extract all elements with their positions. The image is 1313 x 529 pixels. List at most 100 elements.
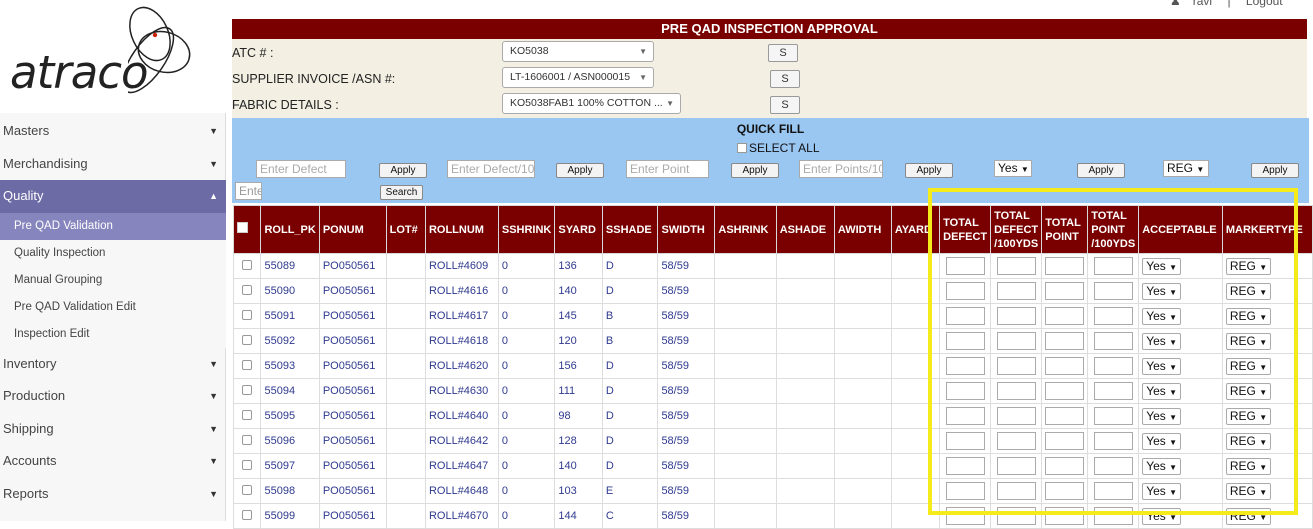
acceptable-select[interactable]: Yes ▼ bbox=[1142, 282, 1182, 300]
sidebar-subitem[interactable]: Inspection Edit bbox=[0, 320, 226, 348]
acceptable-select[interactable]: Yes ▼ bbox=[1142, 432, 1182, 450]
total-defect-100yds-input[interactable] bbox=[996, 407, 1036, 425]
total-point-input[interactable] bbox=[1045, 457, 1085, 475]
row-select-cell[interactable] bbox=[232, 453, 262, 479]
sidebar-subitem[interactable]: Manual Grouping bbox=[0, 266, 226, 294]
apply-point-button[interactable]: Apply bbox=[731, 163, 779, 178]
total-defect-input[interactable] bbox=[945, 457, 985, 475]
nav-masters[interactable]: Masters ▼ bbox=[0, 115, 226, 148]
nav-inventory[interactable]: Inventory ▼ bbox=[0, 348, 226, 381]
markertype-select[interactable]: REG ▼ bbox=[1225, 382, 1272, 400]
total-defect-100yds-input[interactable] bbox=[996, 482, 1036, 500]
row-select-cell[interactable] bbox=[232, 278, 262, 304]
row-select-cell[interactable] bbox=[232, 428, 262, 454]
total-defect-100yds-input[interactable] bbox=[996, 332, 1036, 350]
acceptable-quickfill-select[interactable]: Yes ▼ bbox=[994, 160, 1032, 177]
row-select-cell[interactable] bbox=[232, 403, 262, 429]
apply-defect-button[interactable]: Apply bbox=[379, 163, 427, 178]
atc-select[interactable]: KO5038 ▼ bbox=[502, 41, 654, 62]
total-point-100yds-input[interactable] bbox=[1093, 407, 1133, 425]
row-select-cell[interactable] bbox=[232, 503, 262, 529]
acceptable-select[interactable]: Yes ▼ bbox=[1142, 407, 1182, 425]
total-defect-100yds-input[interactable] bbox=[996, 257, 1036, 275]
total-point-input[interactable] bbox=[1045, 482, 1085, 500]
user-name[interactable]: ravi bbox=[1193, 0, 1212, 8]
total-point-100yds-input[interactable] bbox=[1093, 307, 1133, 325]
total-point-100yds-input[interactable] bbox=[1093, 432, 1133, 450]
row-checkbox[interactable] bbox=[242, 484, 253, 495]
total-point-input[interactable] bbox=[1045, 507, 1085, 525]
filter-input[interactable]: Ente bbox=[235, 182, 262, 200]
sidebar-subitem[interactable]: Pre QAD Validation bbox=[0, 212, 226, 240]
points100-input[interactable]: Enter Points/10 bbox=[799, 160, 883, 178]
row-select-cell[interactable] bbox=[232, 253, 262, 279]
total-defect-100yds-input[interactable] bbox=[996, 382, 1036, 400]
total-point-input[interactable] bbox=[1045, 432, 1085, 450]
total-defect-input[interactable] bbox=[945, 257, 985, 275]
select-all-checkbox[interactable] bbox=[737, 143, 747, 153]
row-select-cell[interactable] bbox=[232, 328, 262, 354]
total-point-100yds-input[interactable] bbox=[1093, 257, 1133, 275]
markertype-select[interactable]: REG ▼ bbox=[1225, 307, 1272, 325]
total-point-100yds-input[interactable] bbox=[1093, 382, 1133, 400]
total-point-100yds-input[interactable] bbox=[1093, 357, 1133, 375]
total-defect-100yds-input[interactable] bbox=[996, 457, 1036, 475]
markertype-select[interactable]: REG ▼ bbox=[1225, 457, 1272, 475]
total-point-input[interactable] bbox=[1045, 257, 1085, 275]
nav-quality[interactable]: Quality ▲ bbox=[0, 180, 226, 213]
markertype-select[interactable]: REG ▼ bbox=[1225, 407, 1272, 425]
acceptable-select[interactable]: Yes ▼ bbox=[1142, 332, 1182, 350]
row-checkbox[interactable] bbox=[242, 284, 253, 295]
markertype-select[interactable]: REG ▼ bbox=[1225, 257, 1272, 275]
sidebar-subitem[interactable]: Quality Inspection bbox=[0, 239, 226, 267]
acceptable-select[interactable]: Yes ▼ bbox=[1142, 357, 1182, 375]
total-defect-input[interactable] bbox=[945, 482, 985, 500]
markertype-select[interactable]: REG ▼ bbox=[1225, 282, 1272, 300]
header-checkbox[interactable] bbox=[237, 222, 248, 233]
row-checkbox[interactable] bbox=[242, 409, 253, 420]
defect-input[interactable]: Enter Defect bbox=[256, 160, 346, 178]
markertype-select[interactable]: REG ▼ bbox=[1225, 507, 1272, 525]
total-defect-input[interactable] bbox=[945, 357, 985, 375]
row-checkbox[interactable] bbox=[242, 509, 253, 520]
total-defect-input[interactable] bbox=[945, 432, 985, 450]
acceptable-select[interactable]: Yes ▼ bbox=[1142, 507, 1182, 525]
nav-merchandising[interactable]: Merchandising ▼ bbox=[0, 148, 226, 181]
acceptable-select[interactable]: Yes ▼ bbox=[1142, 457, 1182, 475]
fabric-select[interactable]: KO5038FAB1 100% COTTON ... ▼ bbox=[502, 93, 681, 114]
total-defect-input[interactable] bbox=[945, 507, 985, 525]
total-defect-100yds-input[interactable] bbox=[996, 507, 1036, 525]
total-point-100yds-input[interactable] bbox=[1093, 282, 1133, 300]
nav-shipping[interactable]: Shipping ▼ bbox=[0, 413, 226, 446]
nav-accounts[interactable]: Accounts ▼ bbox=[0, 445, 226, 478]
acceptable-select[interactable]: Yes ▼ bbox=[1142, 382, 1182, 400]
total-point-input[interactable] bbox=[1045, 282, 1085, 300]
total-defect-100yds-input[interactable] bbox=[996, 357, 1036, 375]
total-defect-input[interactable] bbox=[945, 382, 985, 400]
total-point-input[interactable] bbox=[1045, 307, 1085, 325]
acceptable-select[interactable]: Yes ▼ bbox=[1142, 482, 1182, 500]
total-point-100yds-input[interactable] bbox=[1093, 482, 1133, 500]
row-checkbox[interactable] bbox=[242, 359, 253, 370]
row-select-cell[interactable] bbox=[232, 353, 262, 379]
fabric-search-button[interactable]: S bbox=[770, 96, 800, 114]
row-checkbox[interactable] bbox=[242, 459, 253, 470]
row-checkbox[interactable] bbox=[242, 434, 253, 445]
nav-production[interactable]: Production ▼ bbox=[0, 380, 226, 413]
row-select-cell[interactable] bbox=[232, 303, 262, 329]
apply-points100-button[interactable]: Apply bbox=[905, 163, 953, 178]
total-defect-100yds-input[interactable] bbox=[996, 282, 1036, 300]
apply-acceptable-button[interactable]: Apply bbox=[1077, 163, 1125, 178]
point-input[interactable]: Enter Point bbox=[626, 160, 709, 178]
total-defect-input[interactable] bbox=[945, 282, 985, 300]
sidebar-subitem[interactable]: Pre QAD Validation Edit bbox=[0, 293, 226, 321]
markertype-select[interactable]: REG ▼ bbox=[1225, 357, 1272, 375]
total-point-input[interactable] bbox=[1045, 357, 1085, 375]
row-checkbox[interactable] bbox=[242, 334, 253, 345]
supplier-search-button[interactable]: S bbox=[770, 70, 800, 88]
logout-link[interactable]: Logout bbox=[1246, 0, 1283, 8]
atc-search-button[interactable]: S bbox=[768, 44, 798, 62]
total-point-input[interactable] bbox=[1045, 332, 1085, 350]
supplier-select[interactable]: LT-1606001 / ASN000015 ▼ bbox=[502, 67, 654, 88]
total-point-100yds-input[interactable] bbox=[1093, 457, 1133, 475]
